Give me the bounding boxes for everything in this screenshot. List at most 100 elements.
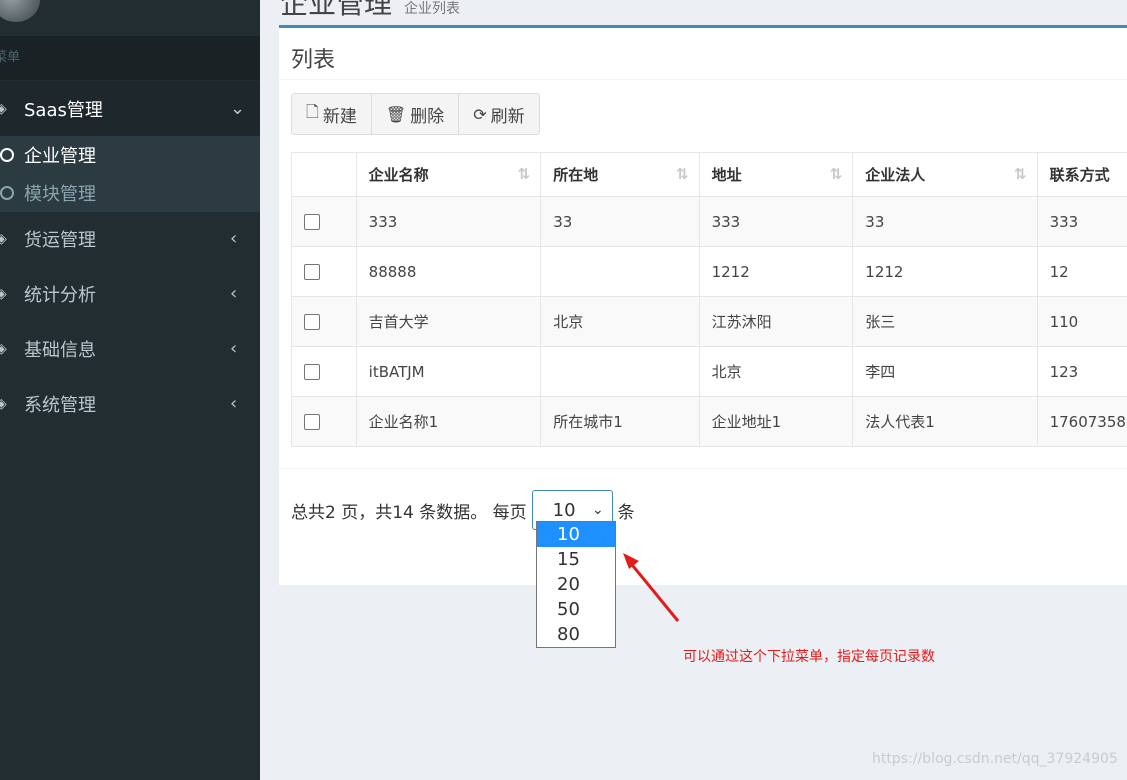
delete-button[interactable]: 🗑 删除 — [372, 94, 460, 134]
divider — [279, 468, 1127, 469]
chevron-down-icon: ⌄ — [230, 98, 246, 119]
box-title: 列表 — [291, 48, 336, 73]
sidebar-item-label: 企业管理 — [24, 146, 96, 167]
row-checkbox[interactable] — [304, 264, 320, 280]
page-size-value: 10 — [552, 499, 576, 521]
page-subtitle: 企业列表 — [404, 1, 461, 17]
table-cell: 110 — [1036, 296, 1127, 347]
table-cell — [540, 346, 700, 397]
table-row[interactable]: 88888 1212 1212 12 — [291, 246, 1127, 297]
row-checkbox-cell — [291, 346, 357, 397]
chevron-left-icon: ‹ — [230, 338, 238, 359]
annotation-arrow — [623, 553, 680, 622]
table-cell: 李四 — [852, 346, 1038, 397]
sidebar-item-label: 系统管理 — [24, 394, 96, 416]
row-checkbox[interactable] — [304, 314, 320, 330]
arrow-head — [623, 553, 639, 569]
delete-button-label: 删除 — [410, 106, 445, 127]
page-size-option[interactable]: 10 — [537, 522, 615, 547]
select-column-header — [291, 152, 357, 197]
circle-icon — [0, 186, 14, 200]
table-cell: 333 — [355, 196, 542, 247]
column-header-label: 地址 — [711, 166, 742, 184]
table-cell: 法人代表1 — [852, 396, 1038, 447]
sidebar-item-basic[interactable]: ◈ 基础信息 ‹ — [0, 321, 260, 376]
page-title-text: 企业管理 — [280, 0, 393, 20]
table-cell: 333 — [1036, 196, 1127, 247]
sidebar-item-stats[interactable]: ◈ 统计分析 ‹ — [0, 266, 260, 321]
table-row[interactable]: 333 33 333 33 333 — [291, 196, 1127, 247]
column-header-contact[interactable]: 联系方式 — [1036, 152, 1127, 197]
sidebar-item-label: Saas管理 — [24, 99, 103, 121]
table-cell: 1212 — [698, 246, 854, 297]
sort-icon[interactable]: ⇅ — [830, 165, 843, 183]
file-icon: 🗋 — [306, 101, 319, 121]
page-size-option[interactable]: 50 — [537, 597, 615, 622]
menu-header: 菜单 — [0, 36, 260, 80]
column-header-label: 所在地 — [553, 166, 599, 184]
refresh-icon: ⟳ — [473, 104, 487, 124]
sidebar-section-stats: ◈ 统计分析 ‹ — [0, 266, 260, 321]
table-cell: 所在城市1 — [540, 396, 700, 447]
table-cell: 333 — [698, 196, 854, 247]
table-cell: 企业地址1 — [698, 396, 854, 447]
sidebar-section-freight: ◈ 货运管理 ‹ — [0, 211, 260, 266]
table-cell: 北京 — [540, 296, 700, 347]
table-cell: itBATJM — [355, 346, 542, 397]
sidebar-item-enterprise[interactable]: 企业管理 — [0, 136, 260, 174]
sidebar-item-label: 基础信息 — [24, 339, 96, 361]
table-cell: 张三 — [852, 296, 1038, 347]
page-size-option[interactable]: 20 — [537, 572, 615, 597]
circle-icon — [0, 148, 14, 162]
table-cell: 吉首大学 — [355, 296, 542, 347]
column-header-name[interactable]: 企业名称 ⇅ — [355, 152, 542, 197]
table-row[interactable]: 吉首大学 北京 江苏沐阳 张三 110 — [291, 296, 1127, 347]
data-table: 企业名称 ⇅ 所在地 ⇅ 地址 ⇅ 企业法人 ⇅ 联系方式 333 33 333 33 … — [291, 152, 1127, 447]
pagination-summary: 总共2 页，共14 条数据。 每页 — [291, 502, 527, 523]
table-row[interactable]: itBATJM 北京 李四 123 — [291, 346, 1127, 397]
trash-icon: 🗑 — [385, 104, 407, 124]
cube-icon: ◈ — [0, 285, 7, 302]
cube-icon: ◈ — [0, 100, 7, 117]
user-avatar[interactable] — [0, 0, 40, 22]
table-row[interactable]: 企业名称1 所在城市1 企业地址1 法人代表1 17607358 — [291, 396, 1127, 447]
column-header-legal-person[interactable]: 企业法人 ⇅ — [852, 152, 1038, 197]
row-checkbox[interactable] — [304, 414, 320, 430]
sidebar-item-label: 统计分析 — [24, 284, 96, 306]
page-size-dropdown: 10 15 20 50 80 — [536, 521, 616, 648]
column-header-label: 企业法人 — [865, 166, 926, 184]
cube-icon: ◈ — [0, 340, 7, 357]
table-cell: 江苏沐阳 — [698, 296, 854, 347]
row-checkbox-cell — [291, 196, 357, 247]
chevron-down-icon: ⌄ — [591, 502, 604, 518]
cube-icon: ◈ — [0, 230, 7, 247]
sidebar-section-saas: ◈ Saas管理 ⌄ 企业管理 模块管理 — [0, 81, 260, 212]
row-checkbox[interactable] — [304, 214, 320, 230]
column-header-address[interactable]: 地址 ⇅ — [698, 152, 854, 197]
table-cell — [540, 246, 700, 297]
sidebar-item-system[interactable]: ◈ 系统管理 ‹ — [0, 376, 260, 431]
table-cell: 33 — [540, 196, 700, 247]
sidebar: 菜单 ◈ Saas管理 ⌄ 企业管理 模块管理 ◈ 货运管理 ‹ ◈ 统计分析 … — [0, 0, 260, 780]
row-checkbox-cell — [291, 246, 357, 297]
page-size-option[interactable]: 80 — [537, 622, 615, 647]
sort-icon[interactable]: ⇅ — [518, 165, 531, 183]
page-size-option[interactable]: 15 — [537, 547, 615, 572]
row-checkbox[interactable] — [304, 364, 320, 380]
sidebar-item-saas[interactable]: ◈ Saas管理 ⌄ — [0, 81, 260, 136]
refresh-button[interactable]: ⟳ 刷新 — [459, 94, 538, 134]
list-box: 列表 🗋 新建 🗑 删除 ⟳ 刷新 企业名称 ⇅ 所在地 ⇅ 地址 ⇅ 企业法人 ⇅ 联… — [279, 25, 1127, 585]
sidebar-item-freight[interactable]: ◈ 货运管理 ‹ — [0, 211, 260, 266]
new-button-label: 新建 — [322, 106, 357, 127]
sidebar-item-label: 模块管理 — [24, 184, 96, 205]
column-header-location[interactable]: 所在地 ⇅ — [540, 152, 700, 197]
toolbar: 🗋 新建 🗑 删除 ⟳ 刷新 — [291, 93, 540, 135]
table-header-row: 企业名称 ⇅ 所在地 ⇅ 地址 ⇅ 企业法人 ⇅ 联系方式 — [291, 152, 1127, 197]
page-title: 企业管理 企业列表 — [280, 0, 460, 22]
table-cell: 88888 — [355, 246, 542, 297]
sort-icon[interactable]: ⇅ — [1014, 165, 1027, 183]
sidebar-item-module[interactable]: 模块管理 — [0, 174, 260, 212]
new-button[interactable]: 🗋 新建 — [292, 94, 372, 134]
sort-icon[interactable]: ⇅ — [676, 165, 689, 183]
chevron-left-icon: ‹ — [230, 283, 238, 304]
